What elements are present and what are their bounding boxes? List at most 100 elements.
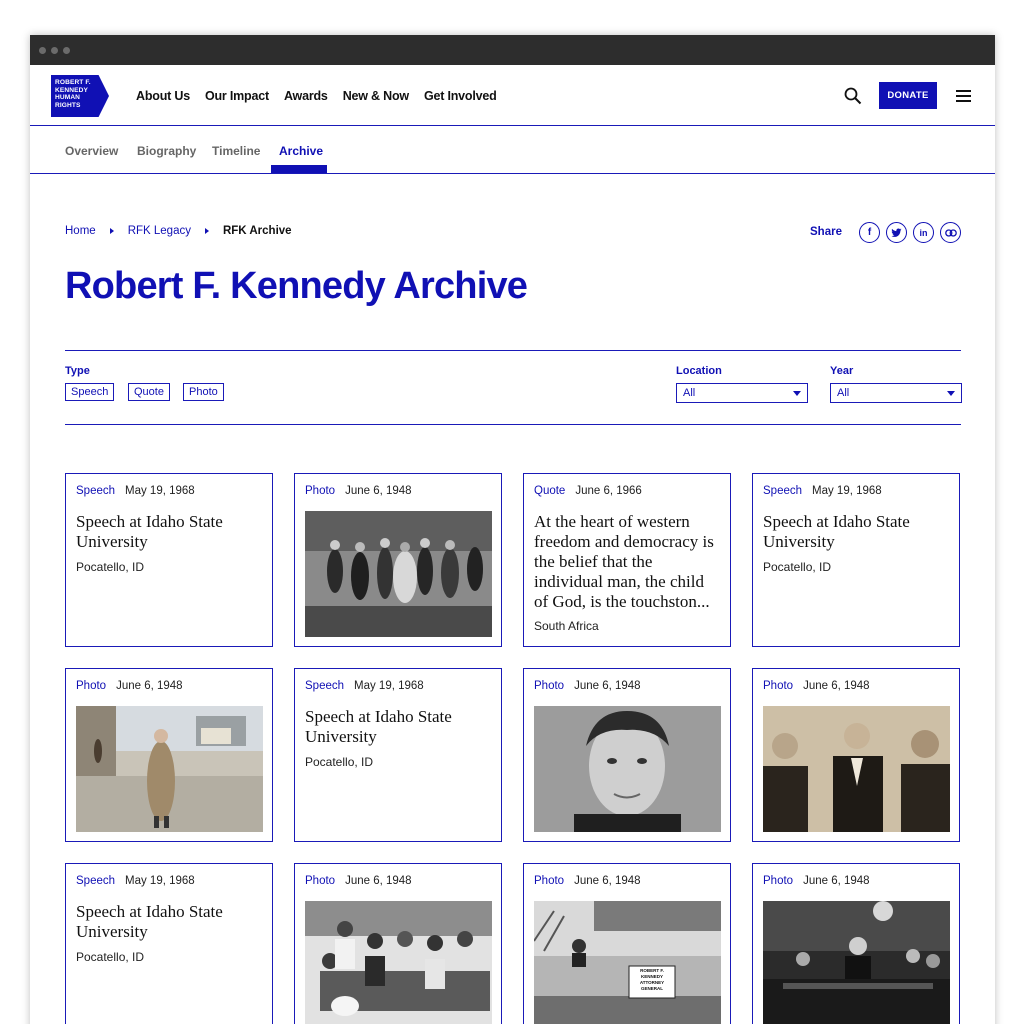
card-type: Photo (76, 680, 107, 692)
facebook-icon[interactable]: f (859, 222, 880, 243)
year-select[interactable]: All (830, 383, 962, 403)
logo-line: ROBERT F. (55, 79, 91, 86)
breadcrumb-arrow-icon (109, 228, 114, 234)
card-location: Pocatello, ID (763, 560, 832, 574)
card-type: Quote (534, 485, 566, 497)
card-type: Speech (76, 485, 116, 497)
filter-chip-speech[interactable]: Speech (65, 383, 115, 401)
card-location: South Africa (534, 619, 599, 633)
card-photo (763, 706, 950, 832)
filter-chip-quote[interactable]: Quote (128, 383, 170, 401)
card-photo (305, 511, 492, 637)
tab-timeline[interactable]: Timeline (212, 144, 260, 158)
card-type: Photo (763, 875, 794, 887)
location-select[interactable]: All (676, 383, 808, 403)
archive-card[interactable]: Speech May 19, 1968 Speech at Idaho State… (65, 863, 273, 1024)
filter-divider-bottom (65, 424, 961, 425)
chevron-down-icon (947, 390, 955, 396)
main-menu: About Us Our Impact Awards New & Now Get… (136, 89, 497, 103)
tab-overview[interactable]: Overview (65, 144, 118, 158)
tab-archive[interactable]: Archive (279, 144, 323, 158)
card-date: June 6, 1948 (345, 485, 412, 497)
tab-biography[interactable]: Biography (137, 144, 196, 158)
card-date: May 19, 1968 (812, 485, 882, 497)
card-date: June 6, 1948 (803, 875, 870, 887)
site-logo[interactable]: ROBERT F. KENNEDY HUMAN RIGHTS (51, 75, 109, 117)
card-location: Pocatello, ID (76, 560, 145, 574)
search-icon[interactable] (844, 87, 862, 105)
breadcrumb-rfk-legacy[interactable]: RFK Legacy (128, 225, 191, 237)
logo-line: KENNEDY (55, 86, 88, 94)
card-type: Speech (76, 875, 116, 887)
archive-card[interactable]: Photo June 6, 1948 (294, 473, 502, 647)
share-icons: f in (859, 222, 961, 243)
card-title: Speech at Idaho State University (76, 512, 223, 551)
window-dot-icon[interactable] (63, 46, 70, 54)
card-type: Speech (305, 680, 345, 692)
filter-divider-top (65, 350, 961, 351)
filter-year-label: Year (830, 365, 854, 377)
card-title: Speech at Idaho State University (763, 512, 910, 551)
sign-line: GENERAL (640, 986, 663, 991)
card-date: May 19, 1968 (125, 875, 195, 887)
card-photo (305, 901, 492, 1024)
card-photo: ROBERT F. KENNEDY ATTORNEY GENERAL (534, 901, 721, 1024)
card-type: Photo (534, 875, 565, 887)
archive-card[interactable]: Speech May 19, 1968 Speech at Idaho State… (752, 473, 960, 647)
card-type: Speech (763, 485, 803, 497)
card-type: Photo (305, 485, 336, 497)
logo-line: HUMAN (55, 94, 81, 102)
card-type: Photo (305, 875, 336, 887)
page-title: Robert F. Kennedy Archive (65, 265, 528, 307)
card-photo (534, 706, 721, 832)
browser-titlebar (30, 35, 995, 65)
menu-icon[interactable] (956, 90, 971, 102)
filter-chip-photo[interactable]: Photo (183, 383, 224, 401)
card-date: June 6, 1948 (574, 875, 641, 887)
card-type: Photo (534, 680, 565, 692)
link-icon[interactable] (940, 222, 961, 243)
share-label: Share (810, 226, 842, 238)
browser-window: ROBERT F. KENNEDY HUMAN RIGHTS About Us … (30, 35, 995, 1024)
menu-item-about-us[interactable]: About Us (136, 89, 190, 103)
menu-item-our-impact[interactable]: Our Impact (205, 89, 269, 103)
archive-card[interactable]: Photo June 6, 1948 (65, 668, 273, 842)
donate-button[interactable]: DONATE (879, 82, 937, 109)
window-dot-icon[interactable] (51, 46, 58, 54)
chevron-down-icon (793, 390, 801, 396)
card-date: May 19, 1968 (125, 485, 195, 497)
archive-card[interactable]: Quote June 6, 1966 At the heart of wester… (523, 473, 731, 647)
card-location: Pocatello, ID (305, 755, 374, 769)
archive-card[interactable]: Speech May 19, 1968 Speech at Idaho State… (65, 473, 273, 647)
filter-type-label: Type (65, 365, 90, 377)
site-header: ROBERT F. KENNEDY HUMAN RIGHTS About Us … (30, 65, 995, 126)
card-quote: At the heart of western freedom and demo… (534, 512, 714, 611)
menu-item-awards[interactable]: Awards (284, 89, 328, 103)
card-date: June 6, 1948 (345, 875, 412, 887)
location-select-value: All (683, 387, 696, 399)
archive-card[interactable]: Photo June 6, 1948 (752, 668, 960, 842)
breadcrumb-home[interactable]: Home (65, 225, 96, 237)
archive-card[interactable]: Speech May 19, 1968 Speech at Idaho State… (294, 668, 502, 842)
card-date: June 6, 1948 (116, 680, 183, 692)
card-date: May 19, 1968 (354, 680, 424, 692)
active-tab-indicator (271, 165, 327, 173)
menu-item-new-now[interactable]: New & Now (343, 89, 409, 103)
logo-line: RIGHTS (55, 101, 81, 109)
archive-card[interactable]: Photo June 6, 1948 (752, 863, 960, 1024)
campaign-sign: ROBERT F. KENNEDY ATTORNEY GENERAL (629, 968, 675, 992)
menu-item-get-involved[interactable]: Get Involved (424, 89, 497, 103)
breadcrumb-current: RFK Archive (222, 225, 292, 237)
sub-navigation: Overview Biography Timeline Archive (30, 126, 995, 174)
window-dot-icon[interactable] (39, 46, 46, 54)
archive-card[interactable]: Photo June 6, 1948 ROBERT F. KENNEDY ATTO… (523, 863, 731, 1024)
archive-card[interactable]: Photo June 6, 1948 (523, 668, 731, 842)
breadcrumb-arrow-icon (204, 228, 209, 234)
year-select-value: All (837, 387, 850, 399)
card-type: Photo (763, 680, 794, 692)
card-title: Speech at Idaho State University (305, 707, 452, 746)
linkedin-icon[interactable]: in (913, 222, 934, 243)
archive-card[interactable]: Photo June 6, 1948 (294, 863, 502, 1024)
twitter-icon[interactable] (886, 222, 907, 243)
card-title: Speech at Idaho State University (76, 902, 223, 941)
